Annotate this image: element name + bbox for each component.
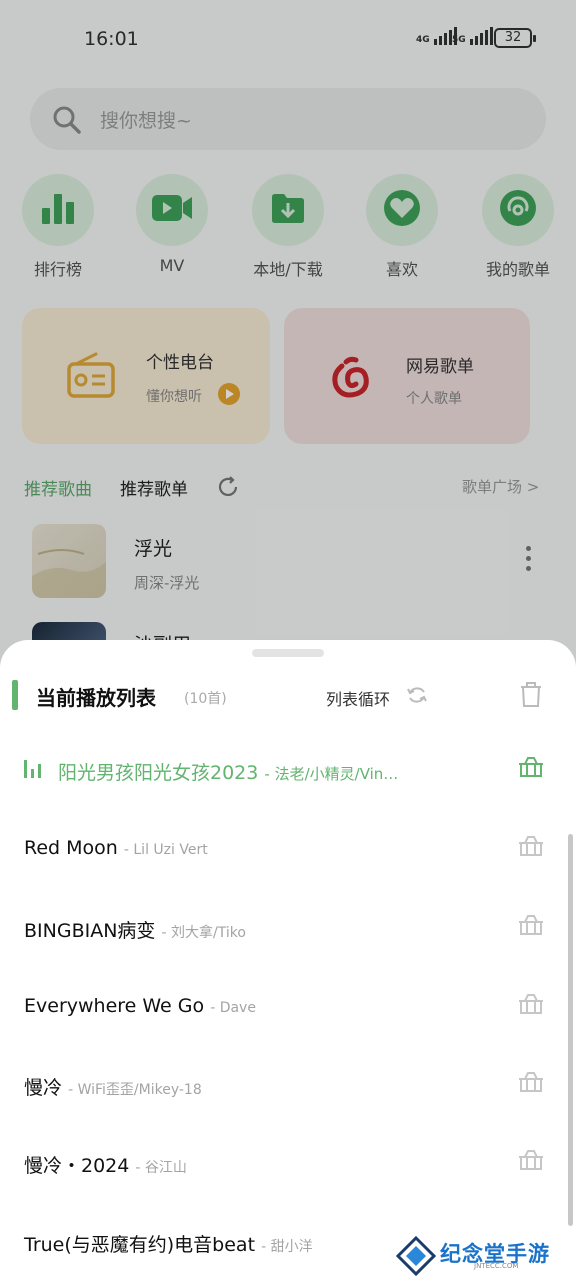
watermark: 纪念堂手游 JNTECC.COM: [395, 1232, 566, 1277]
now-playing-equalizer-icon: [24, 760, 41, 778]
track-row[interactable]: Red Moon - Lil Uzi Vert: [0, 829, 576, 869]
track-row[interactable]: BINGBIAN病变 - 刘大拿/Tiko: [0, 908, 576, 948]
track-row[interactable]: 慢冷 - WiFi歪歪/Mikey-18: [0, 1065, 576, 1105]
track-title: True(与恶魔有约)电音beat: [24, 1234, 256, 1256]
title-accent-bar: [12, 680, 18, 710]
watermark-sub: JNTECC.COM: [474, 1262, 519, 1270]
track-artist: - Dave: [210, 1000, 256, 1016]
track-row[interactable]: Everywhere We Go - Dave: [0, 987, 576, 1027]
track-row[interactable]: 慢冷・2024 - 谷江山: [0, 1143, 576, 1183]
sheet-drag-handle[interactable]: [252, 649, 324, 657]
remove-track-icon[interactable]: [519, 1071, 543, 1097]
track-artist: - 谷江山: [135, 1160, 187, 1176]
remove-track-icon[interactable]: [519, 756, 543, 782]
list-scrollbar[interactable]: [568, 834, 573, 1226]
track-title: 慢冷・2024: [24, 1155, 130, 1177]
remove-track-icon[interactable]: [519, 993, 543, 1019]
remove-track-icon[interactable]: [519, 1149, 543, 1175]
clear-list-trash-icon[interactable]: [520, 682, 542, 712]
track-artist: - Lil Uzi Vert: [123, 842, 208, 858]
track-artist: - WiFi歪歪/Mikey-18: [68, 1082, 202, 1098]
loop-icon[interactable]: [406, 684, 428, 710]
track-title: 慢冷: [24, 1077, 63, 1099]
sheet-title: 当前播放列表: [36, 686, 156, 710]
remove-track-icon[interactable]: [519, 835, 543, 861]
track-artist: - 法老/小精灵/Vin…: [264, 765, 399, 783]
play-mode-label[interactable]: 列表循环: [326, 686, 390, 710]
watermark-logo-icon: [395, 1235, 437, 1280]
track-count: (10首): [184, 691, 227, 707]
playlist-sheet: 当前播放列表 (10首) 列表循环 阳光男孩阳光女孩2023 - 法老/小精灵/…: [0, 640, 576, 1280]
track-title: BINGBIAN病变: [24, 920, 156, 942]
track-title: Red Moon: [24, 837, 118, 859]
track-row-playing[interactable]: 阳光男孩阳光女孩2023 - 法老/小精灵/Vin…: [0, 750, 576, 790]
track-title: 阳光男孩阳光女孩2023: [58, 762, 259, 784]
track-title: Everywhere We Go: [24, 995, 205, 1017]
remove-track-icon[interactable]: [519, 914, 543, 940]
track-artist: - 刘大拿/Tiko: [161, 925, 246, 941]
track-artist: - 甜小洋: [261, 1239, 313, 1255]
